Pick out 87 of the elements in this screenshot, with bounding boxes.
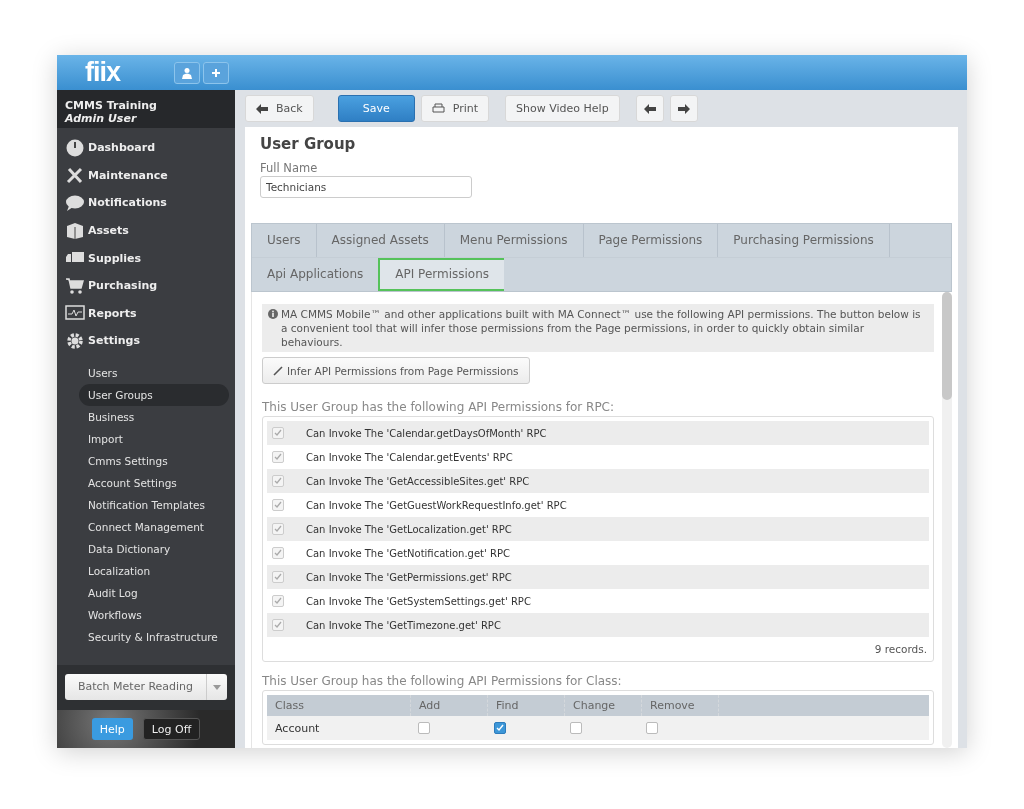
- subnav-link[interactable]: Notification Templates: [79, 493, 229, 516]
- person-icon: [181, 66, 193, 79]
- subnav-link[interactable]: Security & Infrastructure: [79, 625, 229, 648]
- tab[interactable]: Users: [252, 224, 317, 257]
- info-icon: [268, 309, 278, 319]
- section-heading: This User Group has the following API Permissions for Class:: [262, 674, 623, 688]
- video-help-button[interactable]: Show Video Help: [505, 95, 620, 122]
- checkbox[interactable]: [272, 523, 284, 535]
- tab[interactable]: API Permissions: [378, 258, 505, 291]
- subnav-link[interactable]: Business: [79, 405, 229, 428]
- tab[interactable]: Menu Permissions: [444, 224, 584, 257]
- print-button[interactable]: Print: [420, 95, 490, 122]
- previous-button[interactable]: [635, 95, 664, 122]
- wand-icon: [273, 365, 284, 376]
- full-name-field[interactable]: Technicians: [260, 176, 472, 198]
- nav-item[interactable]: Assets: [57, 216, 235, 245]
- nav-item[interactable]: Supplies: [57, 244, 235, 272]
- checkbox[interactable]: [272, 427, 284, 439]
- field-label: Full Name: [259, 161, 319, 175]
- permission-label: Can Invoke The 'GetLocalization.get' RPC: [306, 523, 512, 535]
- info-text: MA CMMS Mobile™ and other applications built with MA Connect™ use the following API permissions. The button below is a convenient tool that will infer those permissions from the Page permissions, in order to quickly obtain similar behaviours.: [281, 307, 922, 349]
- checkbox[interactable]: [272, 451, 284, 463]
- permission-label: Can Invoke The 'Calendar.getDaysOfMonth' RPC: [306, 427, 547, 439]
- checkbox[interactable]: [646, 722, 658, 734]
- add-button[interactable]: [203, 61, 229, 84]
- subnav-link[interactable]: User Groups: [79, 383, 229, 406]
- tab[interactable]: Api Applications: [252, 258, 379, 291]
- table-cell-text: Account: [274, 720, 321, 737]
- tab[interactable]: Assigned Assets: [316, 224, 445, 257]
- subnav-link[interactable]: Account Settings: [79, 471, 229, 494]
- back-button[interactable]: Back: [245, 95, 314, 122]
- checkbox[interactable]: [272, 595, 284, 607]
- checkbox[interactable]: [272, 499, 284, 511]
- permission-label: Can Invoke The 'Calendar.getEvents' RPC: [306, 451, 513, 463]
- right-arrow-icon: [677, 103, 690, 114]
- permission-label: Can Invoke The 'GetGuestWorkRequestInfo.get' RPC: [306, 499, 567, 511]
- log-off-button[interactable]: Log Off: [142, 718, 201, 740]
- batch-dropdown[interactable]: Batch Meter Reading: [65, 674, 227, 700]
- infer-button[interactable]: Infer API Permissions from Page Permissions: [262, 357, 530, 384]
- permission-label: Can Invoke The 'GetPermissions.get' RPC: [306, 571, 512, 583]
- checkbox[interactable]: [272, 619, 284, 631]
- printer-icon: [431, 103, 445, 114]
- checkbox[interactable]: [272, 571, 284, 583]
- subnav-link[interactable]: Connect Management: [79, 515, 229, 538]
- caret-icon: [213, 684, 221, 690]
- permission-label: Can Invoke The 'GetTimezone.get' RPC: [306, 619, 501, 631]
- checkbox[interactable]: [272, 475, 284, 487]
- gauge-icon: [65, 138, 85, 157]
- tab[interactable]: Purchasing Permissions: [718, 224, 890, 257]
- permission-label: Can Invoke The 'GetSystemSettings.get' RPC: [306, 595, 531, 607]
- subnav-link[interactable]: Import: [79, 427, 229, 450]
- nav-item[interactable]: Reports: [57, 299, 235, 328]
- subnav-link[interactable]: Cmms Settings: [79, 449, 229, 472]
- subnav-link[interactable]: Localization: [79, 559, 229, 582]
- plus-icon: [211, 67, 221, 78]
- settings-icon: [65, 331, 85, 350]
- account-name: CMMS Training: [65, 99, 158, 112]
- tab[interactable]: Page Permissions: [583, 224, 719, 257]
- nav-item[interactable]: Settings: [57, 327, 235, 355]
- left-arrow-icon: [643, 103, 656, 114]
- subnav-link[interactable]: Audit Log: [79, 581, 229, 604]
- subnav-link[interactable]: Data Dictionary: [79, 537, 229, 560]
- subnav-link[interactable]: Users: [79, 361, 229, 384]
- page-title: User Group: [259, 135, 357, 153]
- speech-bubble-icon: [65, 194, 85, 212]
- next-button[interactable]: [669, 95, 698, 122]
- nav-item[interactable]: Purchasing: [57, 271, 235, 300]
- cart-icon: [65, 276, 85, 295]
- checkbox[interactable]: [272, 547, 284, 559]
- box-icon: [65, 221, 85, 240]
- permission-label: Can Invoke The 'GetNotification.get' RPC: [306, 547, 510, 559]
- checkbox[interactable]: [418, 722, 430, 734]
- nav-item[interactable]: Notifications: [57, 189, 235, 217]
- section-heading: This User Group has the following API Permissions for RPC:: [262, 400, 616, 414]
- chart-icon: [65, 304, 85, 323]
- checkbox[interactable]: [570, 722, 582, 734]
- permission-label: Can Invoke The 'GetAccessibleSites.get' RPC: [306, 475, 530, 487]
- scrollbar[interactable]: [942, 292, 952, 748]
- nav-item[interactable]: Dashboard: [57, 134, 235, 162]
- nav-item[interactable]: Maintenance: [57, 161, 235, 190]
- record-count: 9 records.: [873, 642, 928, 657]
- subnav-link[interactable]: Workflows: [79, 603, 229, 626]
- left-arrow-icon: [256, 103, 268, 114]
- user-button[interactable]: [174, 61, 200, 84]
- checkbox[interactable]: [494, 722, 506, 734]
- account-role: Admin User: [65, 112, 138, 125]
- logo: fiix: [85, 57, 122, 88]
